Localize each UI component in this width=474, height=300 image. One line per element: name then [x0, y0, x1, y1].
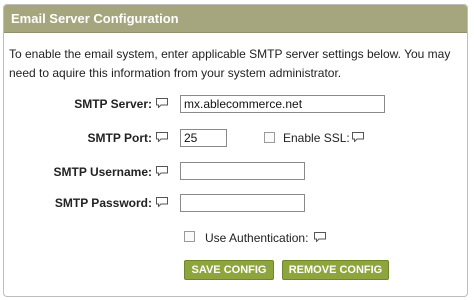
- smtp-port-input[interactable]: [180, 129, 227, 147]
- comment-icon[interactable]: [156, 166, 168, 176]
- use-authentication-checkbox[interactable]: [184, 231, 195, 242]
- comment-icon[interactable]: [156, 197, 168, 207]
- smtp-server-input[interactable]: [180, 95, 385, 113]
- smtp-server-label: SMTP Server:: [74, 97, 152, 111]
- comment-icon[interactable]: [352, 132, 364, 142]
- panel-title: Email Server Configuration: [4, 5, 467, 33]
- intro-text: To enable the email system, enter applic…: [9, 47, 451, 80]
- comment-icon[interactable]: [156, 98, 168, 108]
- smtp-password-input[interactable]: [180, 194, 305, 212]
- remove-config-button[interactable]: REMOVE CONFIG: [282, 260, 389, 280]
- use-authentication-label: Use Authentication:: [205, 231, 309, 245]
- comment-icon[interactable]: [314, 232, 326, 242]
- smtp-username-label: SMTP Username:: [53, 165, 152, 179]
- enable-ssl-label: Enable SSL:: [283, 131, 350, 145]
- comment-icon[interactable]: [156, 132, 168, 142]
- enable-ssl-checkbox[interactable]: [264, 132, 275, 143]
- smtp-password-label: SMTP Password:: [54, 196, 152, 210]
- smtp-username-input[interactable]: [180, 162, 305, 180]
- save-config-button[interactable]: SAVE CONFIG: [184, 260, 274, 280]
- smtp-port-label: SMTP Port:: [87, 131, 152, 145]
